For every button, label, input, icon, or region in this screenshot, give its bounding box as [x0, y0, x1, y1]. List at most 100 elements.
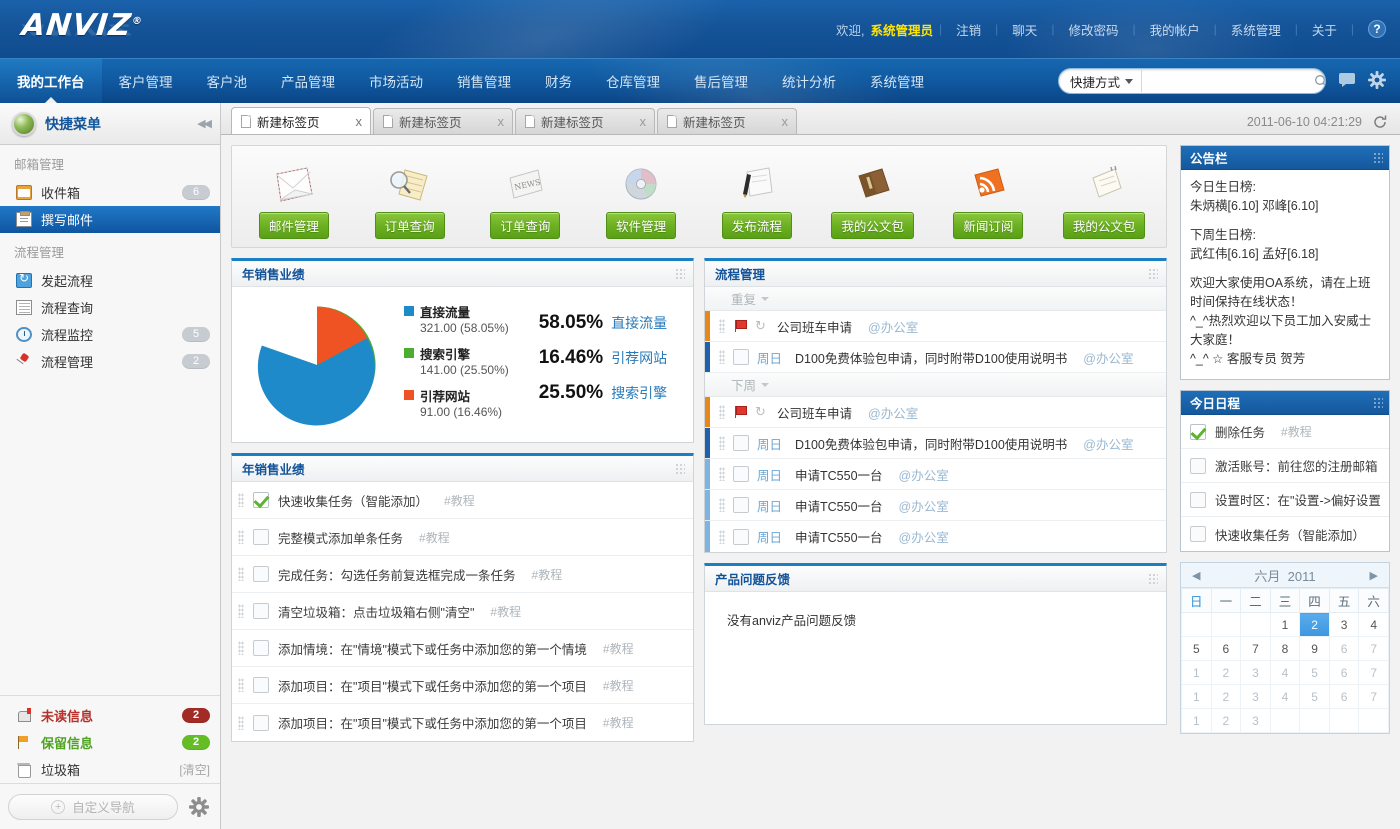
calendar-day[interactable]: 7	[1358, 660, 1389, 685]
calendar-day[interactable]: 7	[1358, 636, 1389, 661]
close-icon[interactable]: x	[492, 114, 505, 129]
task-checkbox[interactable]	[253, 603, 269, 619]
search-icon[interactable]	[1305, 74, 1325, 88]
flow-group-header-next-week[interactable]: 下周	[705, 373, 1166, 397]
sidebar-item-inbox[interactable]: 收件箱 6	[0, 179, 220, 206]
calendar-day[interactable]	[1358, 708, 1389, 733]
drag-handle-icon[interactable]	[719, 498, 725, 512]
drag-handle-icon[interactable]	[719, 405, 725, 419]
message-icon[interactable]	[1338, 72, 1356, 90]
shortcut-order-query-1[interactable]: 订单查询	[355, 156, 465, 239]
calendar-day[interactable]: 2	[1210, 708, 1242, 733]
drag-handle-icon[interactable]	[719, 529, 725, 544]
calendar-day[interactable]: 2	[1210, 660, 1242, 685]
refresh-icon[interactable]	[1372, 114, 1388, 130]
shortcut-order-query-2[interactable]: NEWS 订单查询	[470, 156, 580, 239]
drag-handle-icon[interactable]	[238, 715, 244, 730]
flow-row[interactable]: 周日 申请TC550一台 @办公室	[705, 459, 1166, 490]
task-row[interactable]: 完成任务：勾选任务前复选框完成一条任务 #教程	[232, 556, 693, 593]
drag-handle-icon[interactable]	[719, 467, 725, 481]
flow-row[interactable]: ↻ 公司班车申请 @办公室	[705, 311, 1166, 342]
calendar-day[interactable]: 1	[1181, 708, 1212, 733]
shortcut-software-management[interactable]: 软件管理	[586, 156, 696, 239]
gear-icon[interactable]	[1368, 70, 1386, 92]
nav-item-system-management[interactable]: 系统管理	[853, 59, 941, 103]
calendar-day[interactable]: 7	[1240, 636, 1271, 661]
schedule-checkbox[interactable]	[1190, 457, 1206, 474]
schedule-row[interactable]: 设置时区：在"设置->偏好设置	[1181, 483, 1389, 517]
flow-checkbox[interactable]	[733, 466, 749, 482]
calendar-day[interactable]: 6	[1210, 636, 1242, 661]
header-link-my-account[interactable]: 我的帐户	[1136, 20, 1214, 39]
calendar-day[interactable]	[1240, 612, 1271, 637]
drag-grip-icon[interactable]	[675, 267, 685, 280]
sidebar-item-flow-query[interactable]: 流程查询	[0, 294, 220, 321]
task-checkbox[interactable]	[253, 714, 269, 731]
nav-item-finance[interactable]: 财务	[528, 59, 589, 103]
drag-grip-icon[interactable]	[1148, 267, 1158, 280]
flow-row[interactable]: 周日 申请TC550一台 @办公室	[705, 521, 1166, 552]
flow-row[interactable]: ↻ 公司班车申请 @办公室	[705, 397, 1166, 428]
task-tag[interactable]: #教程	[603, 640, 634, 657]
search-mode-selector[interactable]: 快捷方式	[1059, 72, 1141, 91]
shortcut-mail-management[interactable]: 邮件管理	[239, 156, 349, 239]
drag-handle-icon[interactable]	[719, 436, 725, 450]
drag-handle-icon[interactable]	[719, 319, 725, 333]
calendar-day[interactable]: 3	[1240, 708, 1271, 733]
task-row[interactable]: 清空垃圾箱：点击垃圾箱右侧"清空" #教程	[232, 593, 693, 630]
calendar-day[interactable]	[1328, 708, 1360, 733]
sidebar-item-compose[interactable]: 撰写邮件	[0, 206, 220, 233]
drag-handle-icon[interactable]	[238, 678, 244, 692]
calendar-day[interactable]: 4	[1269, 684, 1301, 709]
sidebar-item-unread-messages[interactable]: 未读信息 2	[0, 702, 220, 729]
calendar-day[interactable]: 7	[1358, 684, 1389, 709]
drag-grip-icon[interactable]	[1373, 396, 1383, 409]
tab-1[interactable]: 新建标签页 x	[373, 108, 513, 134]
drag-handle-icon[interactable]	[238, 493, 244, 507]
task-tag[interactable]: #教程	[490, 603, 521, 620]
tab-3[interactable]: 新建标签页 x	[657, 108, 797, 134]
close-icon[interactable]: x	[634, 114, 647, 129]
close-icon[interactable]: x	[776, 114, 789, 129]
nav-item-warehouse[interactable]: 仓库管理	[589, 59, 677, 103]
calendar-day-today[interactable]: 2	[1299, 612, 1330, 637]
task-row[interactable]: 添加情境：在"情境"模式下或任务中添加您的第一个情境 #教程	[232, 630, 693, 667]
calendar-day[interactable]: 5	[1299, 684, 1330, 709]
drag-grip-icon[interactable]	[1148, 572, 1158, 585]
calendar-day[interactable]: 1	[1181, 684, 1212, 709]
calendar-day[interactable]: 8	[1269, 636, 1301, 661]
sidebar-settings-gear-icon[interactable]	[186, 796, 212, 817]
calendar-day[interactable]: 9	[1299, 636, 1330, 661]
calendar-day[interactable]: 1	[1181, 660, 1212, 685]
task-tag[interactable]: #教程	[532, 566, 563, 583]
drag-grip-icon[interactable]	[675, 462, 685, 475]
nav-item-marketing[interactable]: 市场活动	[352, 59, 440, 103]
calendar-day[interactable]: 3	[1328, 612, 1360, 637]
search-box[interactable]: 快捷方式	[1058, 68, 1326, 94]
tab-0[interactable]: 新建标签页 x	[231, 107, 371, 134]
nav-item-sales-management[interactable]: 销售管理	[440, 59, 528, 103]
task-checkbox[interactable]	[253, 492, 269, 508]
drag-handle-icon[interactable]	[238, 604, 244, 618]
collapse-sidebar-icon[interactable]: ◀◀	[197, 117, 212, 130]
calendar-day[interactable]: 3	[1240, 684, 1271, 709]
search-input[interactable]	[1141, 70, 1306, 92]
flow-row[interactable]: 周日 D100免费体验包申请，同时附带D100使用说明书 @办公室	[705, 342, 1166, 373]
task-row[interactable]: 完整模式添加单条任务 #教程	[232, 519, 693, 556]
schedule-row[interactable]: 删除任务 #教程	[1181, 415, 1389, 449]
calendar-day[interactable]	[1181, 612, 1212, 637]
flow-row[interactable]: 周日 D100免费体验包申请，同时附带D100使用说明书 @办公室	[705, 428, 1166, 459]
nav-item-after-sales[interactable]: 售后管理	[677, 59, 765, 103]
flow-checkbox[interactable]	[733, 349, 749, 365]
task-tag[interactable]: #教程	[603, 677, 634, 694]
tab-2[interactable]: 新建标签页 x	[515, 108, 655, 134]
schedule-tag[interactable]: #教程	[1281, 423, 1312, 440]
header-link-logout[interactable]: 注销	[942, 20, 995, 39]
schedule-checkbox[interactable]	[1190, 526, 1206, 542]
sidebar-item-trash[interactable]: 垃圾箱 [清空]	[0, 756, 220, 783]
task-row[interactable]: 添加项目：在"项目"模式下或任务中添加您的第一个项目 #教程	[232, 704, 693, 741]
trash-clear-link[interactable]: [清空]	[179, 761, 210, 778]
sidebar-item-flow-monitor[interactable]: 流程监控 5	[0, 321, 220, 348]
calendar-day[interactable]: 5	[1181, 636, 1212, 661]
sidebar-item-kept-messages[interactable]: 保留信息 2	[0, 729, 220, 756]
